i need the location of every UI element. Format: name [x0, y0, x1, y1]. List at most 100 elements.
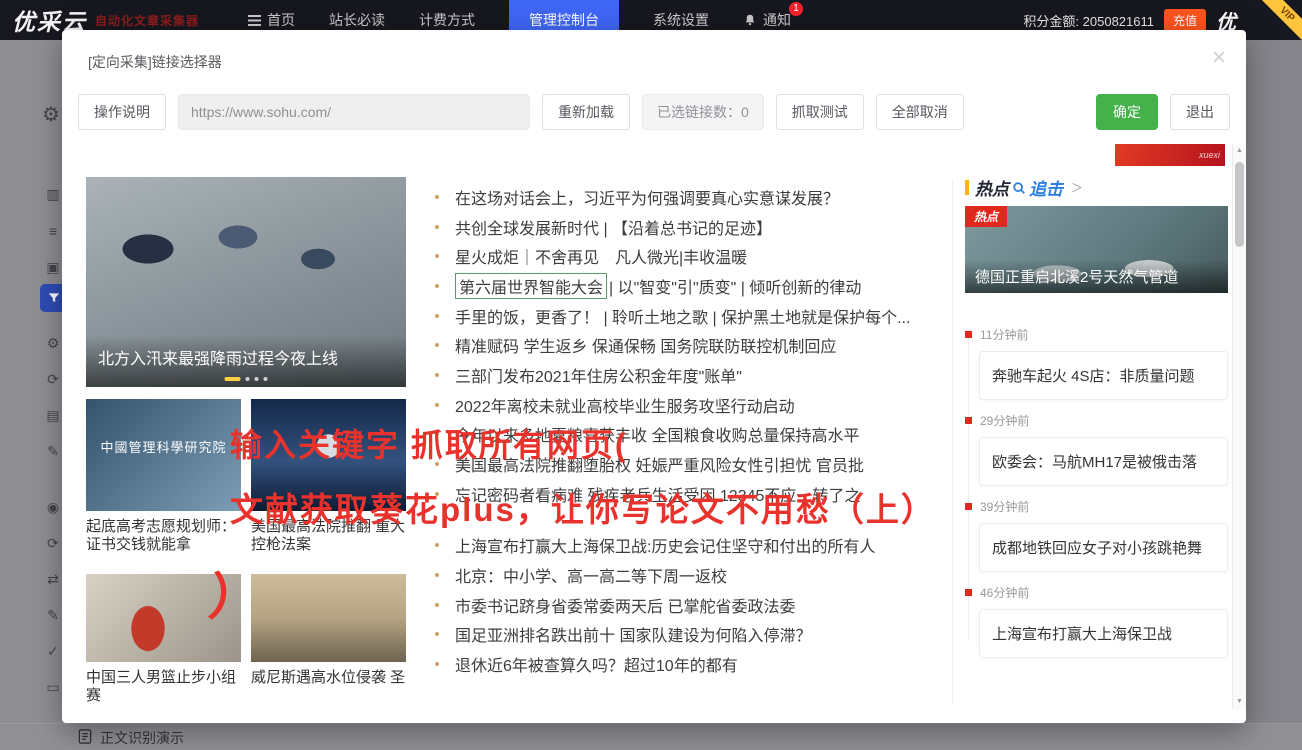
- vip-ribbon[interactable]: VIP: [1252, 0, 1302, 50]
- dialog-title: [定向采集]链接选择器: [88, 54, 222, 70]
- hotspot-top-caption: 德国正重启北溪2号天然气管道: [965, 260, 1228, 293]
- monitor-icon[interactable]: ▭: [44, 678, 62, 696]
- news-link[interactable]: 共创全球发展新时代 | 【沿着总书记的足迹】: [435, 212, 952, 242]
- scroll-down-arrow[interactable]: ▼: [1233, 695, 1246, 709]
- news-link[interactable]: 三部门发布2021年住房公积金年度"账单": [435, 360, 952, 390]
- thumbnail-link[interactable]: 威尼斯遇高水位侵袭 圣: [251, 574, 406, 705]
- swap-icon[interactable]: ⇄: [44, 570, 62, 588]
- sidebar-item-content-recognition-demo[interactable]: 正文识别演示: [78, 728, 184, 748]
- hotspot-timeline: 11分钟前奔驰车起火 4S店：非质量问题 29分钟前 欧委会：马航MH17是被俄击落…: [965, 326, 1228, 670]
- timeline-time: 39分钟前: [980, 500, 1030, 514]
- news-link[interactable]: 星火成炬｜不舍再见 凡人微光|丰收温暖: [435, 241, 952, 271]
- bullet-dot: [435, 432, 439, 437]
- hotspot-header[interactable]: 热点 追击 ＞: [965, 175, 1083, 200]
- news-title: 今年以来多地夏粮喜获丰收 全国粮食收购总量保持高水平: [455, 428, 860, 446]
- exit-button[interactable]: 退出: [1170, 94, 1230, 130]
- scroll-up-arrow[interactable]: ▲: [1233, 144, 1246, 158]
- basketball-image[interactable]: [86, 574, 241, 662]
- news-link[interactable]: 北京：中小学、高一高二等下周一返校: [435, 560, 952, 590]
- news-link[interactable]: 在这场对话会上，习近平为何强调要真心实意谋发展？: [435, 182, 952, 212]
- recharge-button[interactable]: 充值: [1163, 8, 1206, 32]
- news-link[interactable]: 精准赋码 学生返乡 保通保畅 国务院联防联控机制回应: [435, 330, 952, 360]
- timeline-item: 39分钟前成都地铁回应女子对小孩跳艳舞: [965, 498, 1228, 572]
- confirm-button[interactable]: 确定: [1096, 94, 1158, 130]
- news-link[interactable]: 今年以来多地夏粮喜获丰收 全国粮食收购总量保持高水平: [435, 420, 952, 450]
- vertical-scrollbar[interactable]: ▲ ▼: [1232, 144, 1246, 709]
- carousel-dot[interactable]: [245, 377, 250, 381]
- refresh-icon[interactable]: ⟳: [44, 534, 62, 552]
- timeline-news-card[interactable]: 上海宣布打赢大上海保卫战: [979, 609, 1228, 658]
- timeline-news-card[interactable]: 成都地铁回应女子对小孩跳艳舞: [979, 523, 1228, 572]
- hot-badge: 热点: [965, 206, 1008, 227]
- news-link[interactable]: 上海宣布打赢大上海保卫战:历史会记住坚守和付出的所有人: [435, 531, 952, 561]
- dialog-toolbar: 操作说明 重新加载 已选链接数：0 抓取测试 全部取消 确定 退出: [78, 94, 1230, 130]
- news-title: 手里的饭，更香了！ | 聆听土地之歌 | 保护黑土地就是保护每个...: [455, 309, 911, 327]
- embedded-webpage: 北方入汛来最强降雨过程今夜上线 中國管理科學研究院 起底高考志愿规划师：证书交钱就…: [78, 144, 1232, 709]
- scrollbar-thumb[interactable]: [1235, 162, 1244, 247]
- news-title: 忘记密码者看病难 残疾老兵生活受困 12345不应一转了之: [455, 487, 861, 505]
- news-title: 市委书记跻身省委常委两天后 已掌舵省委政法委: [455, 598, 796, 616]
- news-link[interactable]: 忘记密码者看病难 残疾老兵生活受困 12345不应一转了之: [435, 479, 952, 509]
- bullet-dot: [435, 372, 439, 377]
- gear-icon[interactable]: ⚙: [44, 334, 62, 352]
- timeline-head: 46分钟前: [965, 584, 1228, 601]
- banner-text: xuexi: [1198, 150, 1220, 160]
- news-link[interactable]: 退休近6年被查算久吗？超过10年的都有: [435, 649, 952, 679]
- carousel-dot[interactable]: [263, 377, 268, 381]
- news-title: 在这场对话会上，习近平为何强调要真心实意谋发展？: [455, 190, 840, 208]
- carousel-dots[interactable]: [224, 377, 268, 381]
- document-icon: [78, 729, 92, 747]
- grab-test-button[interactable]: 抓取测试: [775, 94, 864, 130]
- timeline-item: 29分钟前 欧委会：马航MH17是被俄击落: [965, 412, 1228, 486]
- selected-link-box[interactable]: 第六届世界智能大会: [455, 272, 608, 299]
- thumbnail-link[interactable]: 美国最高法院推翻 重大控枪法案: [251, 399, 406, 554]
- help-button[interactable]: 操作说明: [78, 94, 166, 130]
- reload-button[interactable]: 重新加载: [542, 94, 630, 130]
- red-square-bullet: [965, 503, 972, 510]
- bar-chart-icon[interactable]: ▥: [44, 185, 62, 203]
- venice-image[interactable]: [251, 574, 406, 662]
- edit-icon[interactable]: ✎: [44, 606, 62, 624]
- dialog-body: 北方入汛来最强降雨过程今夜上线 中國管理科學研究院 起底高考志愿规划师：证书交钱就…: [62, 144, 1246, 709]
- timeline-news-card[interactable]: 欧委会：马航MH17是被俄击落: [979, 437, 1228, 486]
- logo-subtitle: 自动化文章采集器: [95, 13, 200, 28]
- lock-icon[interactable]: ▣: [44, 258, 62, 276]
- timeline-news-card[interactable]: 奔驰车起火 4S店：非质量问题: [979, 351, 1228, 400]
- list-icon[interactable]: ≡: [44, 222, 62, 240]
- thumbnail-link[interactable]: 中国三人男篮止步小组赛: [86, 574, 241, 705]
- news-link[interactable]: 2022年离校未就业高校毕业生服务攻坚行动启动: [435, 390, 952, 420]
- red-square-bullet: [965, 331, 972, 338]
- news-link[interactable]: 美国最高法院推翻堕胎权 妊娠严重风险女性引担忧 官员批: [435, 449, 952, 479]
- thumbnail-link[interactable]: 中國管理科學研究院 起底高考志愿规划师：证书交钱就能拿: [86, 399, 241, 554]
- bullet-dot: [435, 632, 439, 637]
- promo-banner[interactable]: xuexi: [1115, 144, 1225, 166]
- news-link[interactable]: 第六届世界智能大会 | 以"智变"引"质变" | 倾听创新的律动: [435, 271, 952, 301]
- gear-icon[interactable]: ⚙: [42, 105, 60, 125]
- timeline-head: 11分钟前: [965, 326, 1228, 343]
- news-link[interactable]: 国足亚洲排名跌出前十 国家队建设为何陷入停滞？: [435, 620, 952, 650]
- nav-item-label: 计费方式: [419, 12, 475, 28]
- news-link[interactable]: 手里的饭，更香了！ | 聆听土地之歌 | 保护黑土地就是保护每个...: [435, 301, 952, 331]
- hotspot-top-image[interactable]: 热点 德国正重启北溪2号天然气管道: [965, 206, 1228, 293]
- bullet-dot: [435, 254, 439, 259]
- news-link[interactable]: 市委书记跻身省委常委两天后 已掌舵省委政法委: [435, 590, 952, 620]
- capitol-image[interactable]: [251, 399, 406, 511]
- url-input[interactable]: [178, 94, 530, 130]
- carousel-dot-active[interactable]: [224, 377, 241, 381]
- check-icon[interactable]: ✓: [44, 642, 62, 660]
- bell-icon: [743, 13, 757, 27]
- timeline-time: 11分钟前: [980, 328, 1029, 342]
- hero-carousel-image[interactable]: 北方入汛来最强降雨过程今夜上线: [86, 177, 406, 387]
- edit-icon[interactable]: ✎: [44, 442, 62, 460]
- close-icon[interactable]: ×: [1212, 46, 1226, 70]
- timeline-item: 46分钟前上海宣布打赢大上海保卫战: [965, 584, 1228, 658]
- users-icon[interactable]: ◉: [44, 498, 62, 516]
- carousel-dot[interactable]: [254, 377, 259, 381]
- timeline-item: 11分钟前奔驰车起火 4S店：非质量问题: [965, 326, 1228, 400]
- layers-icon[interactable]: ▤: [44, 406, 62, 424]
- cancel-all-button[interactable]: 全部取消: [875, 94, 964, 130]
- news-title: 2022年离校未就业高校毕业生服务攻坚行动启动: [455, 398, 795, 416]
- hotspot-label: 热点: [975, 180, 1009, 199]
- refresh-icon[interactable]: ⟳: [44, 370, 62, 388]
- academy-image[interactable]: 中國管理科學研究院: [86, 399, 241, 511]
